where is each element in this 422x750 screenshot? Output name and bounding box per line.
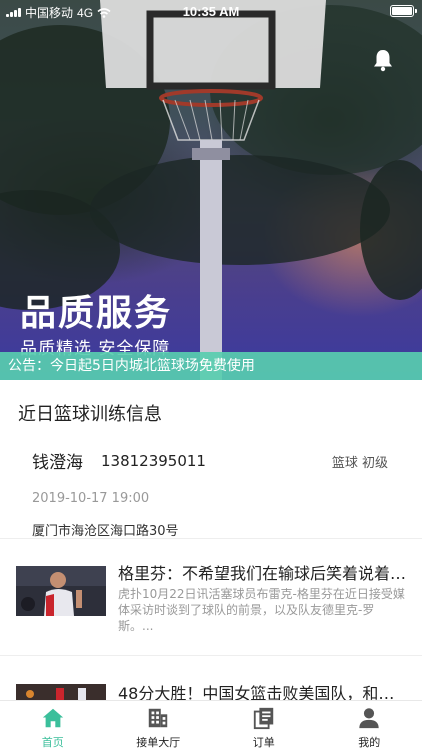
home-icon [42,708,63,728]
news-thumbnail [16,684,106,700]
battery-icon [390,5,417,17]
building-icon [149,708,168,728]
news-item[interactable]: 格里芬：不希望我们在输球后笑着说着轻松 虎扑10月22日讯活塞球员布雷克-格里芬… [0,556,422,652]
training-datetime: 2019-10-17 19:00 [32,491,150,506]
hero-title: 品质服务 [20,293,173,334]
news-title: 格里芬：不希望我们在输球后笑着说着轻松 [118,564,410,583]
training-card[interactable]: 钱澄海 13812395011 篮球 初级 2019-10-17 19:00 厦… [32,448,392,540]
training-tags: 篮球 初级 [331,456,388,471]
section-title: 近日篮球训练信息 [18,404,162,425]
tab-order-hall[interactable]: 接单大厅 [106,701,212,750]
news-thumbnail [16,566,106,616]
news-item[interactable]: 48分大胜！中国女篮击败美国队，和坎普一样 [0,676,422,703]
bell-icon[interactable] [372,48,394,72]
status-bar: 中国移动 4G 10:35 AM [0,0,422,22]
divider [0,538,422,539]
tab-label: 我的 [358,736,381,749]
trainer-name: 钱澄海 [32,453,83,473]
training-address: 厦门市海沧区海口路30号 [32,524,179,539]
tab-orders[interactable]: 订单 [211,701,317,750]
trainer-phone: 13812395011 [101,451,206,470]
status-time: 10:35 AM [182,4,240,19]
tab-label: 首页 [41,736,64,749]
tab-label: 订单 [252,736,275,749]
hero-banner[interactable]: 中国移动 4G 10:35 AM 品质服务 品质精选 安全保障 [0,0,422,380]
divider [0,655,422,656]
notice-bar[interactable]: 公告：今日起5日内城北篮球场免费使用 [0,352,422,380]
tab-bar: 首页 接单大厅 订单 我的 [0,700,422,750]
orders-icon [253,707,273,730]
tab-label: 接单大厅 [136,736,181,749]
user-icon [359,708,379,729]
tab-mine[interactable]: 我的 [317,701,422,750]
tab-home[interactable]: 首页 [0,701,106,750]
news-summary: 虎扑10月22日讯活塞球员布雷克-格里芬在近日接受媒体采访时谈到了球队的前景，以… [118,587,405,633]
